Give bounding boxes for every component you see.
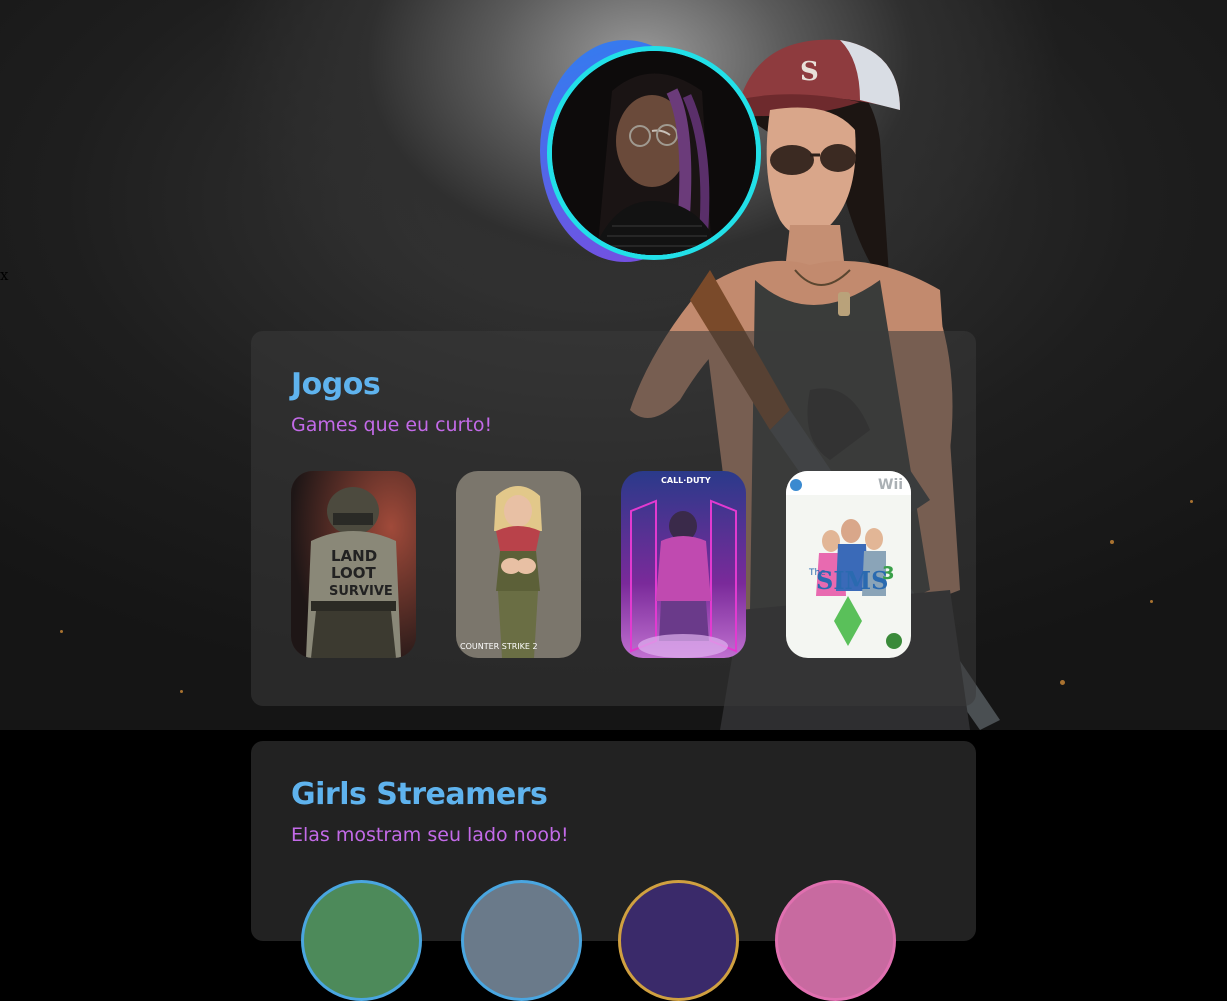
game-card-cs2[interactable]: COUNTER STRIKE 2 <box>456 471 581 658</box>
sims3-cover-icon: Wii SIMS The 3 <box>786 471 911 658</box>
svg-text:Wii: Wii <box>878 477 903 493</box>
svg-text:SURVIVE: SURVIVE <box>329 584 393 599</box>
svg-text:CALL·DUTY: CALL·DUTY <box>661 476 711 485</box>
pubg-cover-icon: LAND LOOT SURVIVE <box>291 471 416 658</box>
svg-text:LOOT: LOOT <box>331 564 377 582</box>
svg-text:3: 3 <box>882 563 895 584</box>
streamers-subtitle: Elas mostram seu lado noob! <box>291 824 569 846</box>
avatar-photo <box>547 46 761 260</box>
game-card-pubg[interactable]: LAND LOOT SURVIVE <box>291 471 416 658</box>
svg-text:LAND: LAND <box>331 547 377 565</box>
streamer-avatar[interactable] <box>461 880 582 1001</box>
games-section: Jogos Games que eu curto! LAND LOOT SURV… <box>251 331 976 706</box>
svg-text:COUNTER STRIKE 2: COUNTER STRIKE 2 <box>460 642 538 651</box>
profile-avatar <box>540 40 761 262</box>
streamer-avatar[interactable] <box>618 880 739 1001</box>
streamer-avatar[interactable] <box>301 880 422 1001</box>
svg-text:The: The <box>808 568 826 578</box>
svg-text:SIMS: SIMS <box>816 566 888 595</box>
game-card-cod-mobile[interactable]: CALL·DUTY <box>621 471 746 658</box>
person-photo-icon <box>552 51 756 255</box>
streamers-title: Girls Streamers <box>291 777 548 812</box>
streamer-avatar[interactable] <box>775 880 896 1001</box>
streamers-section: Girls Streamers Elas mostram seu lado no… <box>251 741 976 1001</box>
cod-cover-icon: CALL·DUTY <box>621 471 746 658</box>
game-card-sims3[interactable]: Wii SIMS The 3 <box>786 471 911 658</box>
games-subtitle: Games que eu curto! <box>291 414 493 436</box>
games-title: Jogos <box>291 367 381 402</box>
stray-text: x <box>0 266 9 284</box>
svg-text:S: S <box>800 57 819 87</box>
cs2-cover-icon: COUNTER STRIKE 2 <box>456 471 581 658</box>
